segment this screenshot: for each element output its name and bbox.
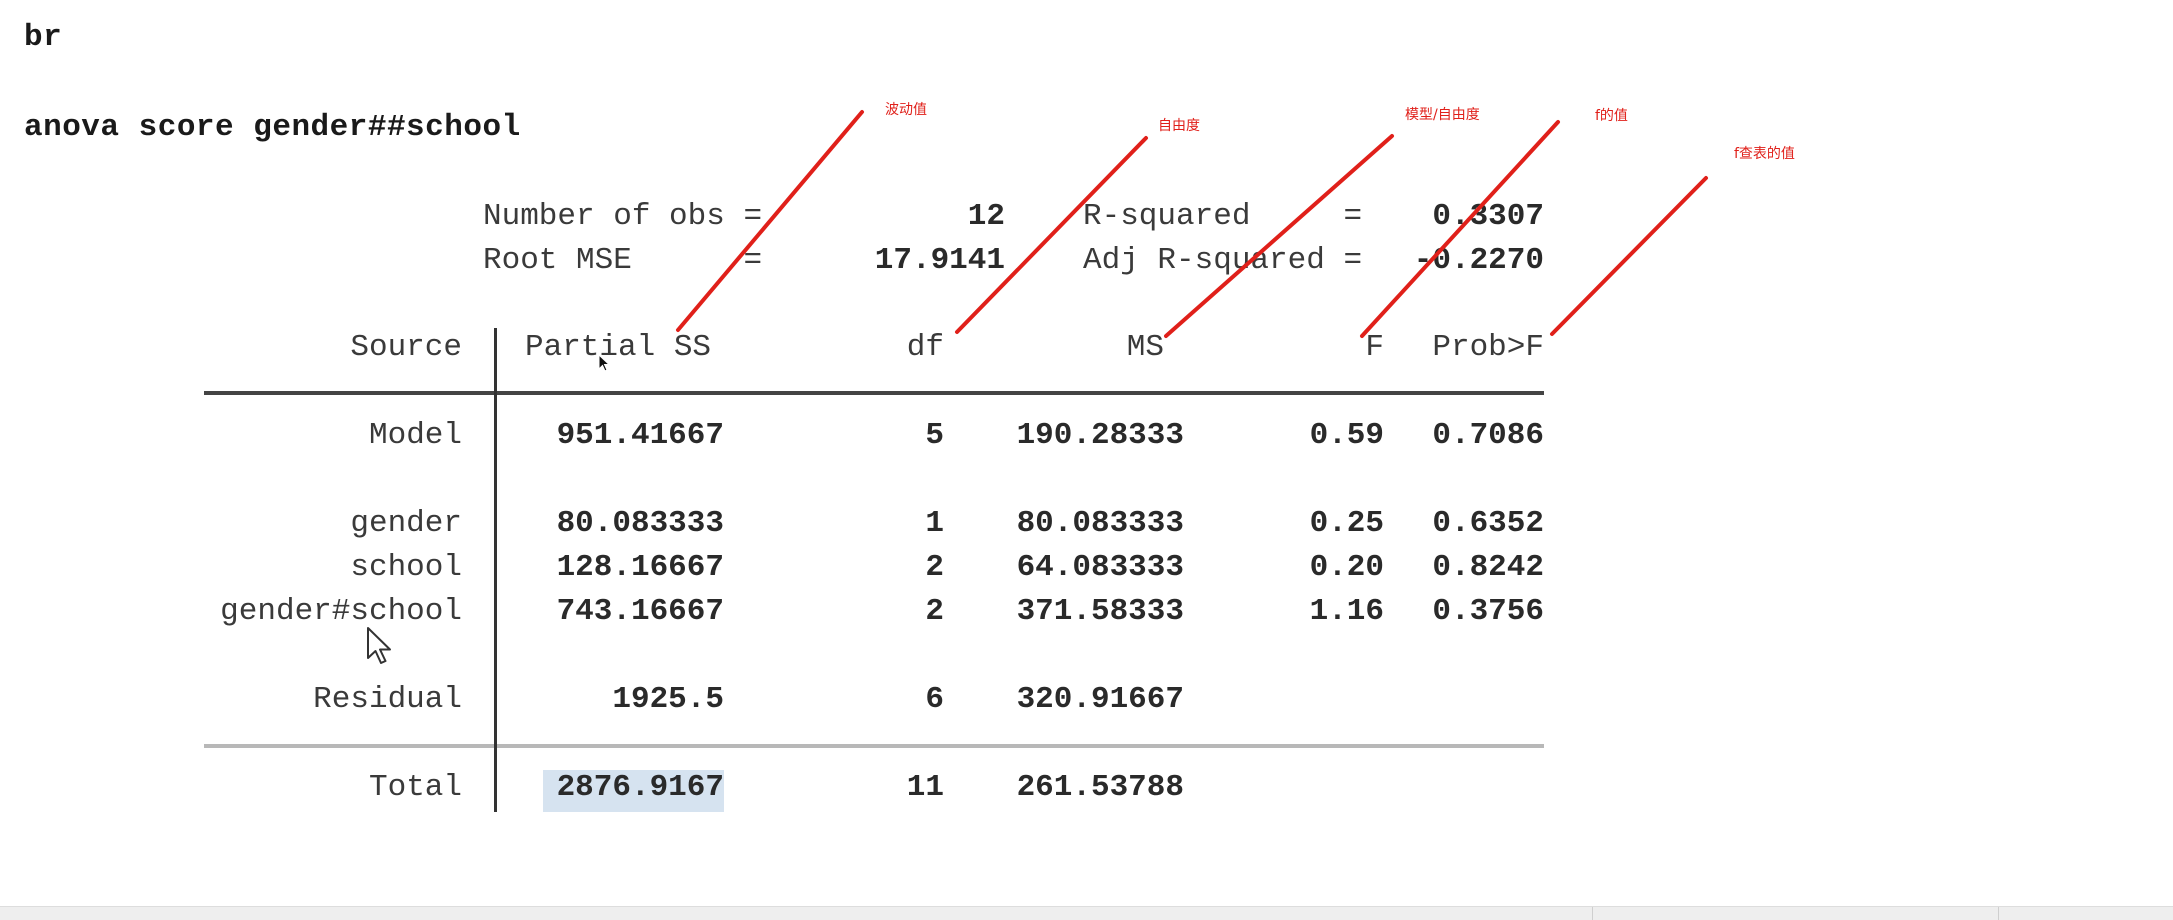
row-ms: 371.58333 [1016,594,1184,629]
row-df: 2 [925,550,944,585]
row-ss: 743.16667 [556,594,724,629]
row-prob: 0.7086 [1432,418,1544,453]
header-ms: MS [1126,330,1164,365]
r2-label: R-squared = [1083,199,1363,234]
annotation-line-ms [1164,134,1394,338]
obs-label: Number of obs = [483,199,763,234]
row-df: 11 [906,770,944,805]
source-divider [494,328,497,812]
row-source: Total [368,770,462,805]
total-divider [204,744,1544,748]
row-ms: 261.53788 [1016,770,1184,805]
header-divider [204,391,1544,395]
header-source: Source [350,330,462,365]
row-f [1280,682,1384,718]
mouse-pointer-icon [598,354,611,372]
row-f: 0.25 [1309,506,1384,541]
annotation-f: f的值 [1595,108,1628,124]
row-source: school [350,550,462,585]
row-df: 1 [925,506,944,541]
row-ms: 80.083333 [1016,506,1184,541]
annotation-line-prob [1550,176,1708,336]
annotation-prob: f查表的值 [1734,146,1795,162]
row-ss: 1925.5 [612,682,724,717]
mouse-cursor-icon [367,627,391,664]
rmse-label: Root MSE = [483,243,763,278]
header-prob: Prob>F [1432,330,1544,365]
annotation-df: 自由度 [1158,118,1200,134]
row-ms: 190.28333 [1016,418,1184,453]
adjr2-label: Adj R-squared = [1083,243,1363,278]
row-source: gender [350,506,462,541]
row-ms: 320.91667 [1016,682,1184,717]
row-ss: 80.083333 [556,506,724,541]
row-ms: 64.083333 [1016,550,1184,585]
header-f: F [1365,330,1384,365]
annotation-line-df [955,136,1148,334]
row-prob: 0.3756 [1432,594,1544,629]
row-df: 2 [925,594,944,629]
row-prob: 0.8242 [1432,550,1544,585]
row-ss[interactable]: 2876.9167 [540,770,724,806]
row-f: 1.16 [1309,594,1384,629]
header-partial-ss: Partial SS [525,330,712,365]
row-prob [1420,682,1544,718]
command-anova: anova score gender##school [24,110,521,145]
r2-value: 0.3307 [1432,199,1544,234]
command-br: br [24,20,63,55]
obs-value: 12 [967,199,1005,234]
row-f: 0.20 [1309,550,1384,585]
row-prob: 0.6352 [1432,506,1544,541]
row-df: 6 [925,682,944,717]
row-ss: 128.16667 [556,550,724,585]
annotation-ms: 模型/自由度 [1405,107,1480,123]
header-df: df [906,330,944,365]
adjr2-value: -0.2270 [1413,243,1544,278]
status-bar [0,906,2173,920]
row-f: 0.59 [1309,418,1384,453]
row-source: Model [368,418,462,453]
row-prob [1420,770,1544,806]
row-ss: 951.41667 [556,418,724,453]
annotation-ss: 波动值 [885,102,927,118]
row-source: Residual [313,682,462,717]
row-f [1280,770,1384,806]
rmse-value: 17.9141 [874,243,1005,278]
row-source: gender#school [220,594,462,629]
row-df: 5 [925,418,944,453]
